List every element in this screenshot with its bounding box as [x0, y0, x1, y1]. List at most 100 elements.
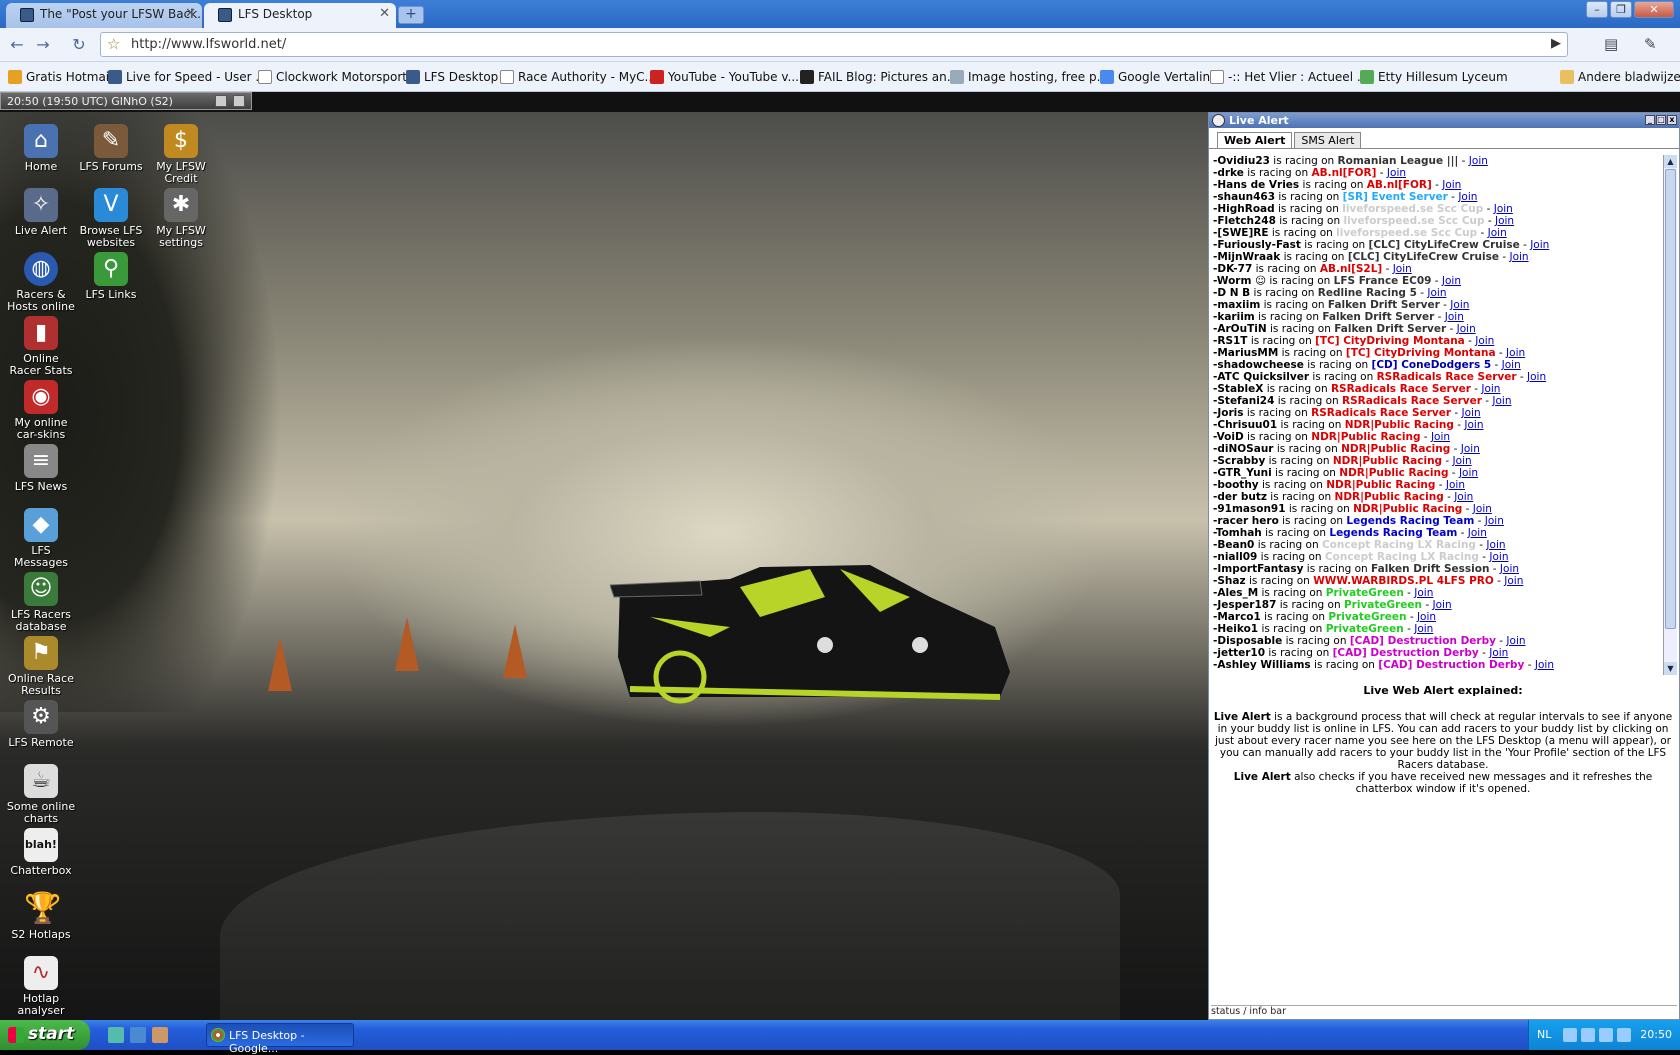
- join-link[interactable]: Join: [1489, 551, 1508, 563]
- bookmark-item[interactable]: Clockwork Motorsport...: [258, 70, 418, 84]
- close-window-button[interactable]: ✕: [1634, 1, 1674, 18]
- racer-name[interactable]: -diNOSaur: [1213, 443, 1274, 455]
- join-link[interactable]: Join: [1393, 263, 1412, 275]
- quicklaunch-icon[interactable]: [108, 1027, 124, 1043]
- quicklaunch-icon[interactable]: [130, 1027, 146, 1043]
- join-link[interactable]: Join: [1446, 479, 1465, 491]
- racer-name[interactable]: -[SWE]RE: [1213, 227, 1269, 239]
- server-name[interactable]: WWW.WARBIRDS.PL 4LFS PRO: [1313, 575, 1494, 587]
- server-name[interactable]: Romanian League |||: [1338, 155, 1459, 167]
- join-link[interactable]: Join: [1414, 623, 1433, 635]
- join-link[interactable]: Join: [1489, 647, 1508, 659]
- server-name[interactable]: [CLC] CityLifeCrew Cruise: [1369, 239, 1520, 251]
- join-link[interactable]: Join: [1530, 239, 1549, 251]
- racer-name[interactable]: -Marco1: [1213, 611, 1261, 623]
- racer-name[interactable]: -Chrisuu01: [1213, 419, 1277, 431]
- racer-name[interactable]: -Fletch248: [1213, 215, 1276, 227]
- server-name[interactable]: NDR|Public Racing: [1326, 479, 1435, 491]
- racer-name[interactable]: -RS1T: [1213, 335, 1247, 347]
- server-name[interactable]: [CD] ConeDodgers 5: [1372, 359, 1492, 371]
- join-link[interactable]: Join: [1506, 635, 1525, 647]
- join-link[interactable]: Join: [1494, 203, 1513, 215]
- join-link[interactable]: Join: [1495, 215, 1514, 227]
- racer-name[interactable]: -ArOuTiN: [1213, 323, 1267, 335]
- server-name[interactable]: Redline Racing 5: [1318, 287, 1417, 299]
- racer-name[interactable]: -der butz: [1213, 491, 1267, 503]
- go-icon[interactable]: ▶: [1551, 36, 1561, 51]
- join-link[interactable]: Join: [1417, 611, 1436, 623]
- desktop-icon-racers-hosts-online[interactable]: ◍ Racers & Hosts online: [6, 252, 76, 313]
- join-link[interactable]: Join: [1485, 515, 1504, 527]
- bookmark-item[interactable]: Image hosting, free p...: [950, 70, 1108, 84]
- racer-name[interactable]: -ImportFantasy: [1213, 563, 1303, 575]
- bookmark-item[interactable]: -:: Het Vlier : Actueel ...: [1210, 70, 1368, 84]
- desktop-icon-online-race-results[interactable]: ⚑ Online Race Results: [6, 636, 76, 697]
- server-name[interactable]: AB.nl[FOR]: [1367, 179, 1432, 191]
- desktop-icon-some-online-charts[interactable]: ☕ Some online charts: [6, 764, 76, 825]
- server-name[interactable]: LFS France EC09: [1334, 275, 1432, 287]
- close-panel-button[interactable]: x: [1667, 115, 1677, 125]
- racer-name[interactable]: -GTR_Yuni: [1213, 467, 1272, 479]
- language-indicator[interactable]: NL: [1537, 1028, 1551, 1041]
- server-name[interactable]: RSRadicals Race Server: [1311, 407, 1451, 419]
- quicklaunch-icon[interactable]: [152, 1027, 168, 1043]
- address-bar[interactable]: ☆ http://www.lfsworld.net/ ▶: [100, 32, 1568, 57]
- bookmark-item[interactable]: FAIL Blog: Pictures an...: [800, 70, 958, 84]
- racer-name[interactable]: -HighRoad: [1213, 203, 1275, 215]
- maximize-panel-button[interactable]: □: [1656, 115, 1666, 125]
- server-name[interactable]: liveforspeed.se Scc Cup: [1343, 215, 1484, 227]
- join-link[interactable]: Join: [1504, 575, 1523, 587]
- join-link[interactable]: Join: [1457, 323, 1476, 335]
- desktop-icon-hotlap-analyser[interactable]: ∿ Hotlap analyser: [6, 956, 76, 1017]
- racer-name[interactable]: -Scrabby: [1213, 455, 1265, 467]
- racer-name[interactable]: -niall09: [1213, 551, 1257, 563]
- server-name[interactable]: liveforspeed.se Scc Cup: [1336, 227, 1477, 239]
- racer-name[interactable]: -DK-77: [1213, 263, 1252, 275]
- racer-name[interactable]: -maxiim: [1213, 299, 1260, 311]
- join-link[interactable]: Join: [1481, 383, 1500, 395]
- join-link[interactable]: Join: [1454, 491, 1473, 503]
- desktop-icon-chatterbox[interactable]: blah! Chatterbox: [6, 828, 76, 877]
- desktop-icon-online-racer-stats[interactable]: ▮ Online Racer Stats: [6, 316, 76, 377]
- server-name[interactable]: AB.nl[FOR]: [1311, 167, 1376, 179]
- minimize-button[interactable]: –: [1586, 1, 1608, 18]
- bookmark-item[interactable]: LFS Desktop: [406, 70, 498, 84]
- join-link[interactable]: Join: [1458, 191, 1477, 203]
- racer-name[interactable]: -MijnWraak: [1213, 251, 1280, 263]
- racer-name[interactable]: -MariusMM: [1213, 347, 1278, 359]
- join-link[interactable]: Join: [1462, 407, 1481, 419]
- desktop-icon-my-lfsw-credit[interactable]: $ My LFSW Credit: [146, 124, 216, 185]
- join-link[interactable]: Join: [1509, 251, 1528, 263]
- server-name[interactable]: Concept Racing LX Racing: [1325, 551, 1479, 563]
- racer-name[interactable]: -Stefani24: [1213, 395, 1274, 407]
- desktop-icon-home[interactable]: ⌂ Home: [6, 124, 76, 173]
- wrench-icon[interactable]: ✎: [1644, 35, 1657, 53]
- join-link[interactable]: Join: [1453, 455, 1472, 467]
- racer-name[interactable]: -StableX: [1213, 383, 1263, 395]
- racer-name[interactable]: -Joris: [1213, 407, 1244, 419]
- desktop-icon-my-lfsw-settings[interactable]: ✱ My LFSW settings: [146, 188, 216, 249]
- server-name[interactable]: RSRadicals Race Server: [1331, 383, 1471, 395]
- reload-button[interactable]: ↻: [68, 34, 90, 56]
- desktop-icon-lfs-messages[interactable]: ◆ LFS Messages: [6, 508, 76, 569]
- server-name[interactable]: [CLC] CityLifeCrew Cruise: [1348, 251, 1499, 263]
- close-tab-icon[interactable]: ✕: [185, 6, 196, 21]
- tray-icon[interactable]: [1581, 1028, 1595, 1042]
- desktop-icon-s2-hotlaps[interactable]: 🏆 S2 Hotlaps: [6, 892, 76, 941]
- desktop-icon-lfs-remote[interactable]: ⚙ LFS Remote: [6, 700, 76, 749]
- join-link[interactable]: Join: [1461, 443, 1480, 455]
- racer-name[interactable]: -Worm ☺: [1213, 275, 1266, 287]
- join-link[interactable]: Join: [1535, 659, 1554, 671]
- server-name[interactable]: NDR|Public Racing: [1345, 419, 1454, 431]
- racer-name[interactable]: -Tomhah: [1213, 527, 1262, 539]
- join-link[interactable]: Join: [1492, 395, 1511, 407]
- racer-name[interactable]: -kariim: [1213, 311, 1255, 323]
- desktop-icon-lfs-links[interactable]: ⚲ LFS Links: [76, 252, 146, 301]
- server-name[interactable]: NDR|Public Racing: [1311, 431, 1420, 443]
- racer-name[interactable]: -Shaz: [1213, 575, 1246, 587]
- join-link[interactable]: Join: [1502, 359, 1521, 371]
- server-name[interactable]: Falken Drift Server: [1322, 311, 1434, 323]
- racer-name[interactable]: -Ashley Williams: [1213, 659, 1311, 671]
- server-name[interactable]: [SR] Event Server: [1343, 191, 1448, 203]
- server-name[interactable]: AB.nl[S2L]: [1320, 263, 1382, 275]
